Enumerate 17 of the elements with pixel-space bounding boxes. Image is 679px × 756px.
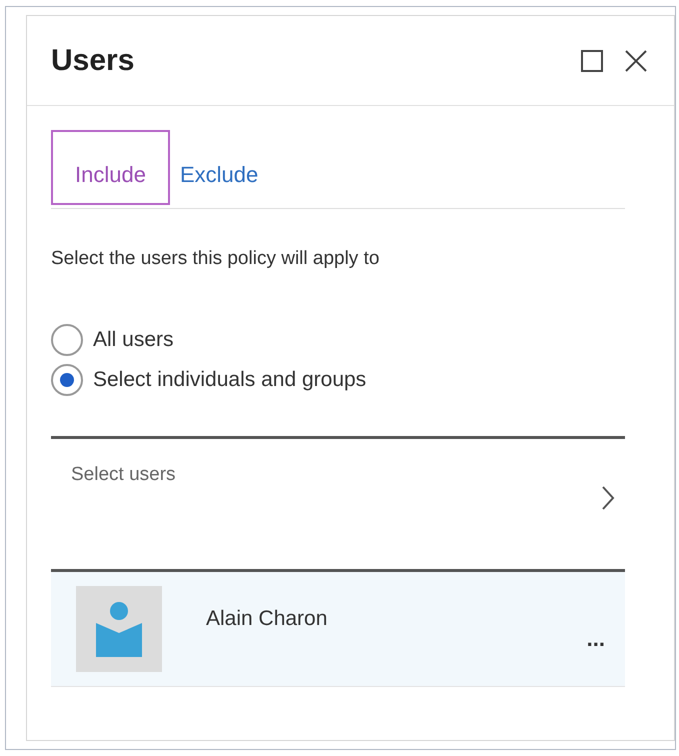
close-icon <box>625 50 647 72</box>
user-row[interactable]: Alain Charon ... <box>51 572 625 686</box>
radio-button[interactable] <box>51 324 83 356</box>
user-avatar-icon <box>76 586 162 672</box>
radio-button[interactable] <box>51 364 83 396</box>
chevron-right-icon <box>601 484 615 510</box>
radio-label: Select individuals and groups <box>93 366 366 393</box>
more-button[interactable]: ... <box>586 622 605 655</box>
tab[interactable]: Exclude <box>170 130 268 205</box>
panel-title: Users <box>51 43 136 79</box>
user-name: Alain Charon <box>206 606 328 632</box>
select-users-label: Select users <box>71 462 176 486</box>
maximize-icon <box>581 50 603 72</box>
radio-label: All users <box>93 326 174 353</box>
select-users-row[interactable]: Select users <box>51 438 625 568</box>
description-text: Select the users this policy will apply to <box>51 247 380 271</box>
tab[interactable]: Include <box>51 130 170 205</box>
